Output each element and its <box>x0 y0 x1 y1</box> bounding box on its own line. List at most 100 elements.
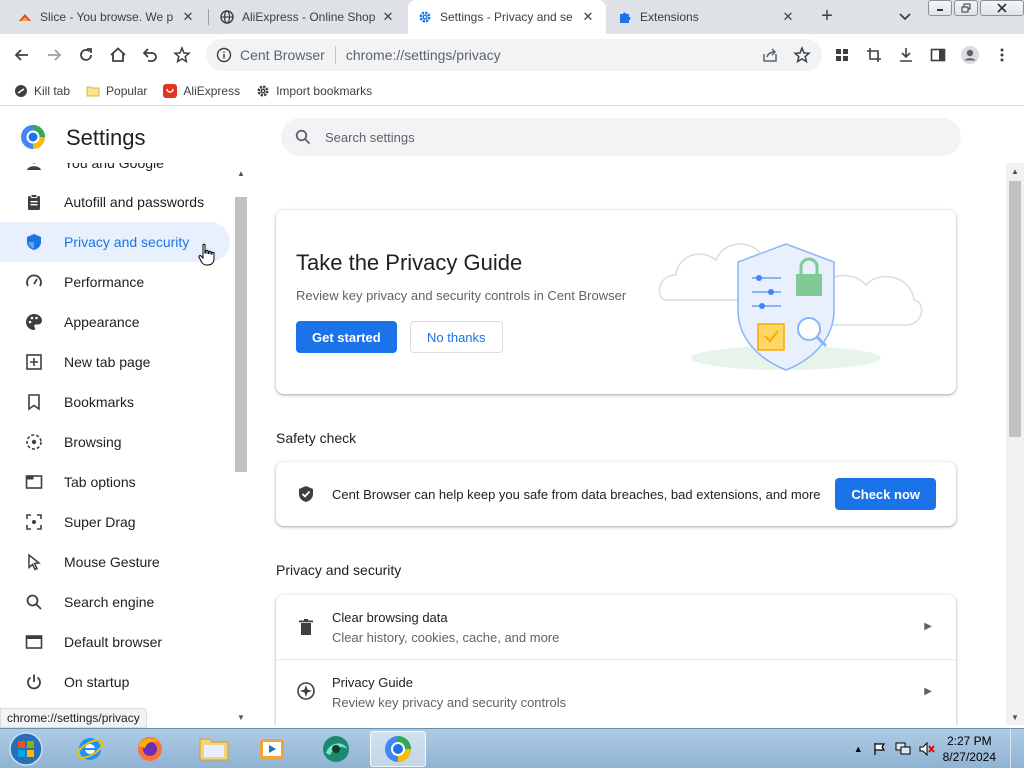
close-icon[interactable]: ✕ <box>380 9 396 25</box>
privacy-guide-title: Take the Privacy Guide <box>296 250 523 275</box>
taskbar-file-explorer[interactable] <box>186 731 242 767</box>
side-panel-button[interactable] <box>928 45 948 65</box>
main-scrollbar[interactable]: ▲ ▼ <box>1006 163 1024 725</box>
get-started-button[interactable]: Get started <box>296 321 397 353</box>
maximize-button[interactable] <box>954 0 978 16</box>
row-title: Clear browsing data <box>332 610 448 625</box>
bookmark-import[interactable]: Import bookmarks <box>256 84 372 98</box>
address-bar[interactable]: Cent Browser chrome://settings/privacy <box>206 39 822 71</box>
reload-button[interactable] <box>76 45 96 65</box>
taskbar-cent-browser[interactable] <box>370 731 426 767</box>
apps-button[interactable] <box>832 45 852 65</box>
undo-close-tab-button[interactable] <box>140 45 160 65</box>
sidebar-item-super-drag[interactable]: Super Drag <box>0 502 230 542</box>
sidebar-item-label: Appearance <box>64 314 140 330</box>
folder-icon <box>199 738 229 761</box>
downloads-button[interactable] <box>896 45 916 65</box>
slice-icon <box>19 14 31 21</box>
bookmark-aliexpress[interactable]: AliExpress <box>163 83 241 98</box>
forward-button[interactable] <box>44 45 64 65</box>
bookmark-label: Import bookmarks <box>276 83 373 98</box>
scrollbar-thumb[interactable] <box>235 197 247 472</box>
close-icon <box>997 3 1007 13</box>
home-button[interactable] <box>108 45 128 65</box>
share-button[interactable] <box>760 45 780 65</box>
minimize-button[interactable] <box>928 0 952 16</box>
bookmark-star-button[interactable] <box>172 45 192 65</box>
grid-icon <box>836 49 848 61</box>
sidebar-item-default-browser[interactable]: Default browser <box>0 622 230 662</box>
firefox-icon <box>138 737 162 761</box>
new-tab-button[interactable]: + <box>816 5 838 27</box>
sidebar-scrollbar[interactable]: ▲ ▼ <box>234 163 248 725</box>
taskbar-firefox[interactable] <box>122 731 178 767</box>
sidebar-item-you-and-google[interactable]: You and Google <box>0 163 230 183</box>
system-tray: ▲ 2:27 PM 8/27/2024 <box>854 729 1024 768</box>
clear-browsing-data-row[interactable]: Clear browsing data Clear history, cooki… <box>276 595 956 659</box>
scroll-down-arrow-icon[interactable]: ▼ <box>237 713 245 722</box>
show-desktop-button[interactable] <box>1010 729 1024 768</box>
reload-icon <box>80 48 92 61</box>
sidebar-item-new-tab-page[interactable]: New tab page <box>0 342 230 382</box>
tab-slice[interactable]: Slice - You browse. We p ✕ <box>8 0 206 34</box>
toolbar: Cent Browser chrome://settings/privacy <box>0 34 1024 76</box>
check-now-button[interactable]: Check now <box>835 478 936 510</box>
sidebar-item-label: New tab page <box>64 354 151 370</box>
back-button[interactable] <box>12 45 32 65</box>
search-input[interactable] <box>325 129 885 145</box>
network-icon[interactable] <box>895 742 911 756</box>
sidebar-item-search-engine[interactable]: Search engine <box>0 582 230 622</box>
chevron-up-icon[interactable]: ▲ <box>854 744 863 754</box>
info-icon[interactable] <box>216 47 232 63</box>
bookmark-label: AliExpress <box>183 83 241 98</box>
no-thanks-button[interactable]: No thanks <box>410 321 503 353</box>
close-icon[interactable]: ✕ <box>580 9 596 25</box>
window-close-button[interactable] <box>980 0 1024 16</box>
sidebar-item-label: On startup <box>64 674 130 690</box>
settings-search[interactable] <box>281 118 961 156</box>
cent-browser-icon <box>385 736 411 762</box>
bookmark-page-button[interactable] <box>792 45 812 65</box>
sidebar-item-on-startup[interactable]: On startup <box>0 662 230 702</box>
clock[interactable]: 2:27 PM 8/27/2024 <box>943 733 996 765</box>
gear-icon <box>257 85 269 96</box>
close-icon[interactable]: ✕ <box>180 9 196 25</box>
tab-aliexpress[interactable]: AliExpress - Online Shop ✕ <box>210 0 406 34</box>
sidebar-item-tab-options[interactable]: Tab options <box>0 462 230 502</box>
scroll-up-arrow-icon[interactable]: ▲ <box>237 169 245 178</box>
sidebar-item-mouse-gesture[interactable]: Mouse Gesture <box>0 542 230 582</box>
bookmark-kill-tab[interactable]: Kill tab <box>14 84 70 98</box>
sidebar-item-bookmarks[interactable]: Bookmarks <box>0 382 230 422</box>
sidebar-item-autofill[interactable]: Autofill and passwords <box>0 182 230 222</box>
profile-button[interactable] <box>960 45 980 65</box>
sidebar-item-performance[interactable]: Performance <box>0 262 230 302</box>
back-arrow-icon <box>14 49 28 61</box>
sidebar-item-browsing[interactable]: Browsing <box>0 422 230 462</box>
internet-explorer-icon <box>76 738 104 760</box>
taskbar-media-player[interactable] <box>244 731 300 767</box>
tab-settings[interactable]: Settings - Privacy and se ✕ <box>408 0 606 34</box>
volume-muted-icon[interactable] <box>919 742 935 756</box>
taskbar-internet-explorer[interactable] <box>62 731 118 767</box>
close-icon[interactable]: ✕ <box>780 9 796 25</box>
chevron-down-icon[interactable] <box>896 7 914 25</box>
scrollbar-thumb[interactable] <box>1009 181 1021 437</box>
url-text[interactable]: chrome://settings/privacy <box>346 47 501 63</box>
scroll-up-arrow-icon[interactable]: ▲ <box>1011 167 1019 176</box>
bookmark-popular[interactable]: Popular <box>86 84 147 98</box>
forward-arrow-icon <box>48 49 62 61</box>
crop-button[interactable] <box>864 45 884 65</box>
flag-icon[interactable] <box>873 742 887 756</box>
window-controls <box>928 0 1024 16</box>
taskbar-app[interactable] <box>308 731 364 767</box>
row-subtitle: Review key privacy and security controls <box>332 695 567 710</box>
hand-cursor-icon <box>198 243 215 266</box>
sidebar-item-privacy[interactable]: Privacy and security <box>0 222 230 262</box>
scroll-down-arrow-icon[interactable]: ▼ <box>1011 713 1019 722</box>
start-button[interactable] <box>0 731 52 767</box>
menu-button[interactable] <box>992 45 1012 65</box>
tab-extensions[interactable]: Extensions ✕ <box>608 0 806 34</box>
privacy-guide-row[interactable]: Privacy Guide Review key privacy and sec… <box>276 660 956 724</box>
cent-browser-logo <box>21 125 45 149</box>
sidebar-item-appearance[interactable]: Appearance <box>0 302 230 342</box>
